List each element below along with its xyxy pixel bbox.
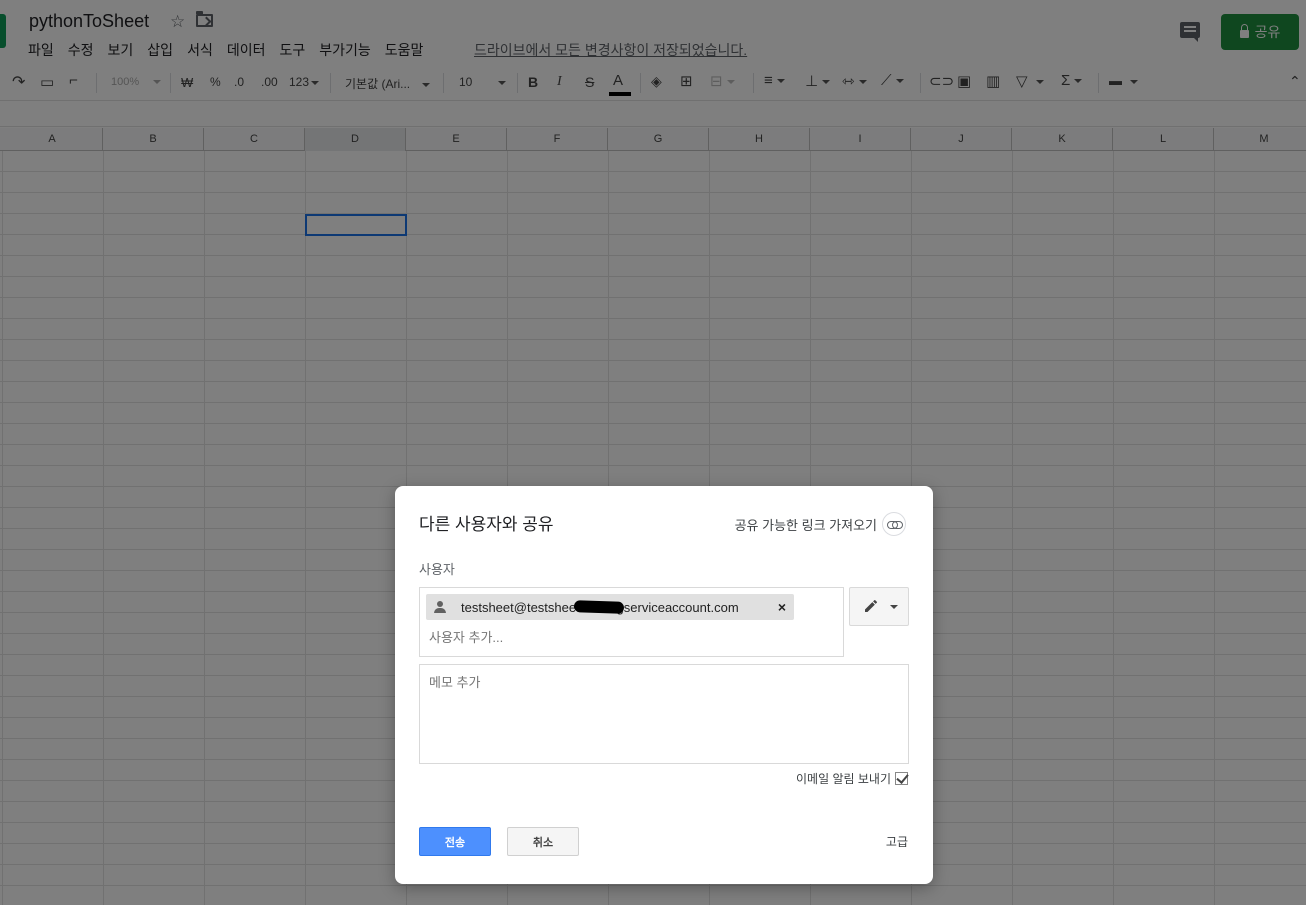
permission-dropdown[interactable] [849, 587, 909, 626]
user-chip: testsheet@testsheet- -iam.gserviceaccoun… [426, 594, 794, 620]
cancel-button[interactable]: 취소 [507, 827, 579, 856]
advanced-link[interactable]: 고급 [886, 833, 908, 850]
get-link-label: 공유 가능한 링크 가져오기 [734, 517, 877, 533]
link-icon[interactable] [882, 512, 906, 536]
users-label: 사용자 [419, 562, 455, 577]
email-notify-label: 이메일 알림 보내기 [796, 772, 891, 786]
note-field [419, 664, 909, 764]
redaction-mark [573, 600, 625, 614]
dialog-title: 다른 사용자와 공유 [419, 515, 554, 534]
person-icon [434, 601, 446, 613]
pencil-icon [865, 599, 878, 612]
send-button[interactable]: 전송 [419, 827, 491, 856]
share-dialog: 다른 사용자와 공유 공유 가능한 링크 가져오기 사용자 testsheet@… [395, 486, 933, 884]
chevron-down-icon [890, 605, 898, 609]
users-field[interactable]: testsheet@testsheet- -iam.gserviceaccoun… [419, 587, 844, 657]
add-user-input[interactable] [429, 630, 829, 645]
note-input[interactable] [420, 665, 908, 763]
get-shareable-link[interactable]: 공유 가능한 링크 가져오기 [735, 512, 906, 536]
remove-user-button[interactable]: × [778, 599, 786, 615]
email-notify-checkbox[interactable] [895, 772, 908, 785]
email-notify-option[interactable]: 이메일 알림 보내기 [796, 770, 908, 787]
